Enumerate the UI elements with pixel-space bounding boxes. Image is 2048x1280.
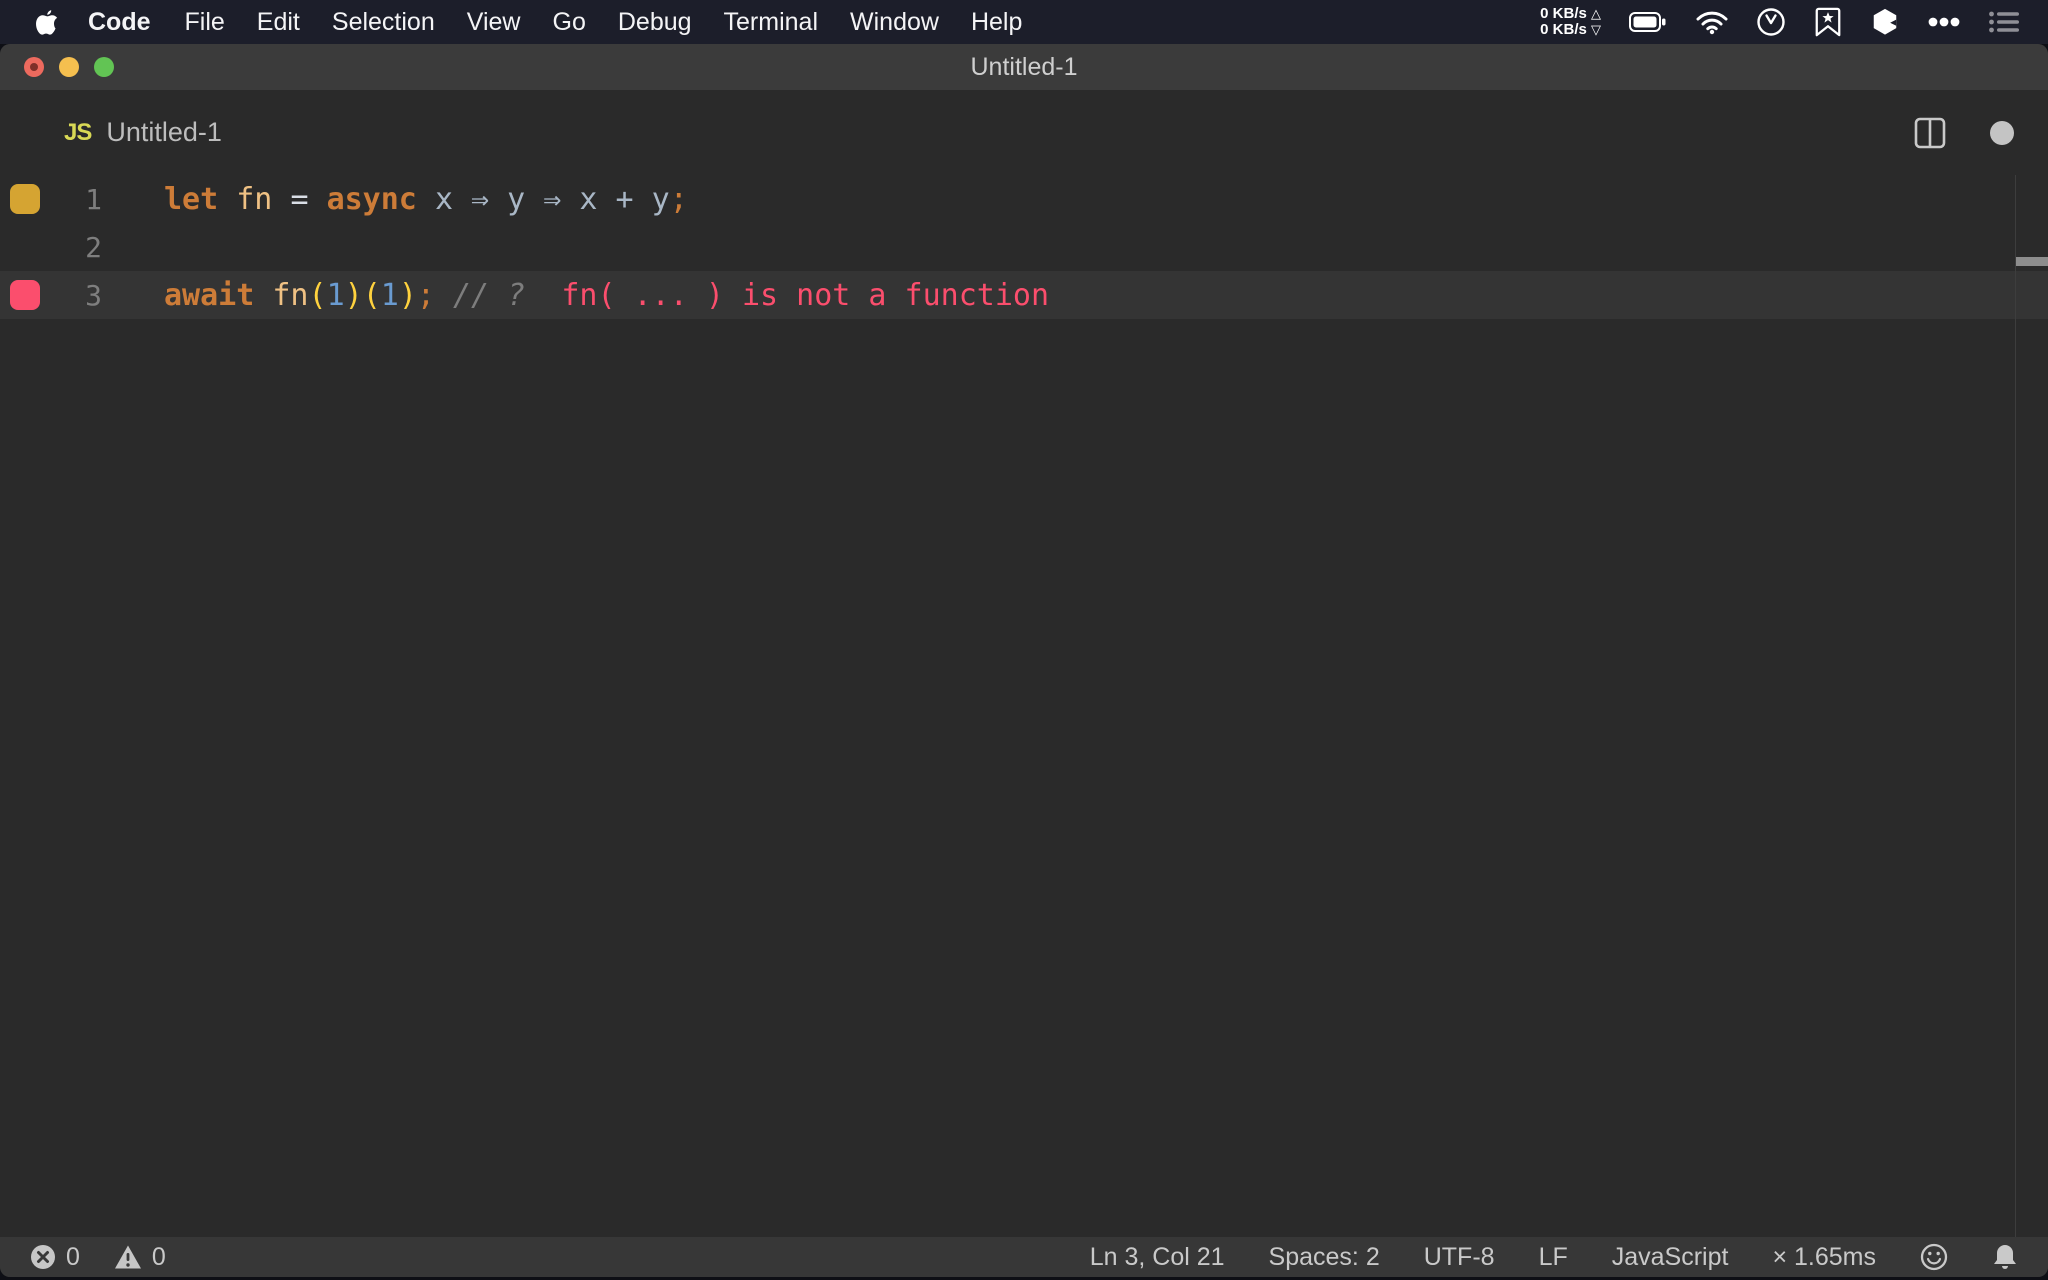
traffic-lights xyxy=(24,44,114,90)
net-down-label: 0 KB/s xyxy=(1540,21,1587,38)
code-text: let fn = async x ⇒ y ⇒ x + y; xyxy=(164,182,688,217)
token-kw: async xyxy=(326,181,417,217)
bell-icon[interactable] xyxy=(1992,1243,2018,1271)
menubar-status-area: 0 KB/s △ 0 KB/s ▽ xyxy=(1540,6,2048,38)
zoom-button[interactable] xyxy=(94,57,114,77)
status-item[interactable]: LF xyxy=(1539,1243,1568,1272)
menu-file[interactable]: File xyxy=(169,8,241,37)
quokka-marker xyxy=(10,184,40,214)
code-area[interactable]: 1 let fn = async x ⇒ y ⇒ x + y; 2 3 await fn… xyxy=(0,175,2048,319)
overview-ruler-border xyxy=(2015,175,2016,1237)
macos-menu-bar: Code File Edit Selection View Go Debug Terminal… xyxy=(0,0,2048,44)
status-item[interactable]: × 1.65ms xyxy=(1772,1243,1876,1272)
token-paren: ( xyxy=(308,277,327,313)
menu-help[interactable]: Help xyxy=(955,8,1038,37)
menu-edit[interactable]: Edit xyxy=(241,8,316,37)
token-num: 1 xyxy=(380,277,399,313)
menu-selection[interactable]: Selection xyxy=(316,8,451,37)
status-item[interactable]: JavaScript xyxy=(1612,1243,1729,1272)
window-titlebar[interactable]: Untitled-1 xyxy=(0,44,2048,90)
list-icon[interactable] xyxy=(1988,9,2020,35)
close-button[interactable] xyxy=(24,57,44,77)
bookmark-icon[interactable] xyxy=(1813,6,1843,38)
token-error: fn( ... ) is not a function xyxy=(561,277,1050,313)
smiley-icon[interactable] xyxy=(1920,1243,1948,1271)
code-line-3[interactable]: 3 await fn(1)(1); // ? fn( ... ) is not a… xyxy=(0,271,2048,319)
net-down-icon: ▽ xyxy=(1591,22,1601,37)
menu-code[interactable]: Code xyxy=(70,8,169,37)
net-up-label: 0 KB/s xyxy=(1540,5,1587,22)
token-fn: fn xyxy=(236,181,273,217)
menu-debug[interactable]: Debug xyxy=(602,8,708,37)
editor-header-actions xyxy=(1914,90,2048,175)
token-fn: fn xyxy=(272,277,309,313)
warning-count: 0 xyxy=(151,1242,166,1271)
status-item[interactable]: Spaces: 2 xyxy=(1269,1243,1380,1272)
token-var: x ⇒ y ⇒ x + y xyxy=(434,181,670,217)
clock-icon[interactable] xyxy=(1756,7,1786,37)
editor-header: JS Untitled-1 xyxy=(0,90,2048,175)
line-number: 2 xyxy=(85,230,102,264)
token-paren: ) xyxy=(398,277,417,313)
network-speed-indicator[interactable]: 0 KB/s △ 0 KB/s ▽ xyxy=(1540,6,1601,38)
error-icon xyxy=(30,1244,56,1270)
vscode-window: Untitled-1 JS Untitled-1 1 let fn = async… xyxy=(0,44,2048,1277)
status-item[interactable]: UTF-8 xyxy=(1424,1243,1495,1272)
cube-icon[interactable] xyxy=(1870,7,1900,37)
quokka-marker xyxy=(10,280,40,310)
screen: Code File Edit Selection View Go Debug Terminal… xyxy=(0,0,2048,1280)
menu-terminal[interactable]: Terminal xyxy=(708,8,834,37)
token-paren: ) xyxy=(344,277,363,313)
overview-ruler-cursor-mark[interactable] xyxy=(2016,257,2048,266)
code-line-1[interactable]: 1 let fn = async x ⇒ y ⇒ x + y; xyxy=(0,175,2048,223)
menu-go[interactable]: Go xyxy=(537,8,602,37)
status-item[interactable]: Ln 3, Col 21 xyxy=(1090,1243,1225,1272)
code-line-2[interactable]: 2 xyxy=(0,223,2048,271)
token-kw: await xyxy=(164,277,255,313)
menu-view[interactable]: View xyxy=(451,8,537,37)
wifi-icon[interactable] xyxy=(1695,9,1729,35)
code-text: await fn(1)(1); // ? fn( ... ) is not a … xyxy=(164,278,1049,313)
javascript-language-icon: JS xyxy=(64,118,92,146)
statusbar-right: Ln 3, Col 21 Spaces: 2 UTF-8 LF JavaScript × … xyxy=(1090,1243,2048,1272)
statusbar-right-items: Ln 3, Col 21 Spaces: 2 UTF-8 LF JavaScript × … xyxy=(1090,1243,1876,1272)
token-paren: ( xyxy=(362,277,381,313)
status-bar: 0 0 Ln 3, Col 21 Spaces: 2 UTF-8 LF JavaScri… xyxy=(0,1237,2048,1277)
apple-menu-icon[interactable] xyxy=(36,9,58,35)
apple-logo xyxy=(36,10,58,35)
window-title: Untitled-1 xyxy=(970,52,1078,81)
token-comment: // ? xyxy=(453,277,526,313)
token-eq: = xyxy=(290,181,309,217)
problems-indicator[interactable]: 0 0 xyxy=(0,1243,176,1272)
error-count: 0 xyxy=(66,1242,80,1271)
menu-window[interactable]: Window xyxy=(834,8,955,37)
net-up-icon: △ xyxy=(1591,6,1601,21)
token-semi: ; xyxy=(416,277,435,313)
battery-icon[interactable] xyxy=(1628,9,1668,35)
unsaved-changes-indicator[interactable] xyxy=(1990,120,2014,145)
token-kw: let xyxy=(164,181,219,217)
minimize-button[interactable] xyxy=(59,57,79,77)
warning-icon xyxy=(114,1244,142,1270)
token-num: 1 xyxy=(326,277,345,313)
token-semi: ; xyxy=(669,181,688,217)
split-editor-icon[interactable] xyxy=(1914,117,1946,149)
ellipsis-icon[interactable] xyxy=(1927,16,1961,28)
editor-filename-label[interactable]: Untitled-1 xyxy=(106,117,222,148)
menubar-items: Code File Edit Selection View Go Debug Terminal… xyxy=(70,8,1038,37)
